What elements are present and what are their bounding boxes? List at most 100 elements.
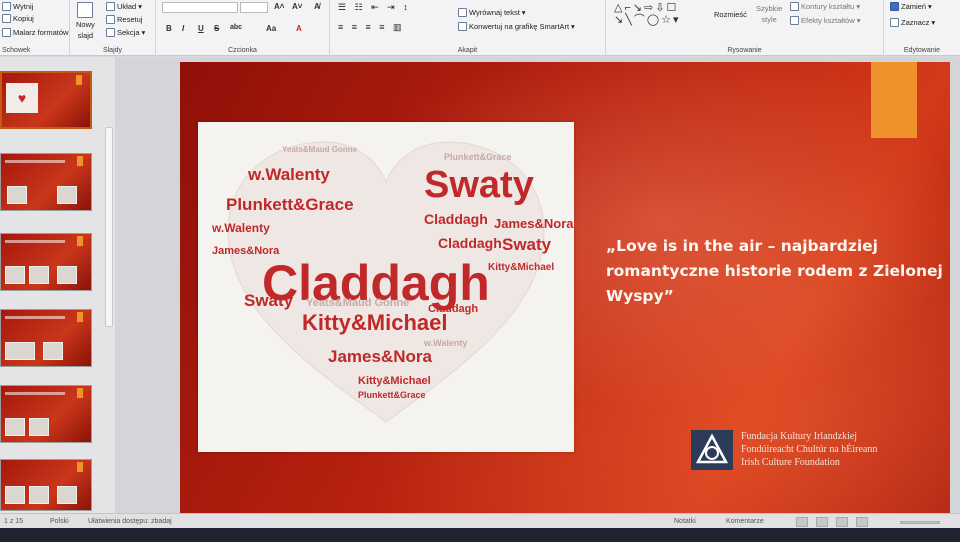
cut-button[interactable]: Wytnij xyxy=(2,2,33,11)
section-icon xyxy=(106,28,115,37)
thumbnail-picture xyxy=(5,486,25,504)
pen-icon xyxy=(790,2,799,11)
italic-button[interactable]: I xyxy=(182,24,184,33)
foundation-logo[interactable]: Fundacja Kultury Irlandzkiej Fondúireach… xyxy=(691,430,931,476)
word-plunkett-bottom: Plunkett&Grace xyxy=(358,390,426,400)
thumbnail-picture xyxy=(5,342,35,360)
slide-thumbnail-2[interactable] xyxy=(0,153,92,211)
quick-styles-button[interactable]: Szybkie style xyxy=(756,4,782,24)
accessibility-indicator[interactable]: Ułatwienia dostępu: zbadaj xyxy=(88,518,172,525)
zoom-slider[interactable] xyxy=(900,521,940,524)
word-james-left: James&Nora xyxy=(212,245,280,257)
slideshow-icon[interactable] xyxy=(856,517,868,527)
ribbon: Wytnij Kopiuj Malarz formatów Schowek No… xyxy=(0,0,960,56)
clipboard-group: Wytnij Kopiuj Malarz formatów Schowek xyxy=(0,0,70,56)
editing-group-label: Edytowanie xyxy=(903,47,941,54)
thumbnail-picture xyxy=(5,418,25,436)
slide-thumbnail-5[interactable] xyxy=(0,385,92,443)
normal-view-icon[interactable] xyxy=(796,517,808,527)
thumbnail-text-line xyxy=(5,392,65,395)
triquetra-icon xyxy=(695,433,729,464)
word-walenty-top: w.Walenty xyxy=(247,165,330,184)
slide-thumbnail-6[interactable] xyxy=(0,459,92,511)
chevron-down-icon: ▾ xyxy=(856,16,861,25)
effects-icon xyxy=(790,16,799,25)
align-text-button[interactable]: Wyrównaj tekst ▾ xyxy=(458,8,526,17)
drawing-group-label: Rysowanie xyxy=(727,47,762,54)
thumbnail-picture xyxy=(7,186,27,204)
reading-view-icon[interactable] xyxy=(836,517,848,527)
word-plunkett-top: Plunkett&Grace xyxy=(444,152,512,162)
scissors-icon xyxy=(2,2,11,11)
slide-sorter-icon[interactable] xyxy=(816,517,828,527)
word-claddagh-mid: Claddagh xyxy=(424,211,488,227)
paragraph-group-label: Akapit xyxy=(457,47,478,54)
word-james-big: James&Nora xyxy=(328,347,432,366)
char-spacing-button[interactable]: abc xyxy=(230,24,242,31)
heart-wordcloud-svg: Claddagh Swaty Plunkett&Grace w.Walenty … xyxy=(211,141,574,423)
select-button[interactable]: Zaznacz ▾ xyxy=(890,18,935,27)
replace-button[interactable]: Zamień ▾ xyxy=(890,2,932,11)
shapes-gallery[interactable]: △⌐↘⇨⇩☐ ↘╲⌒◯☆▾ xyxy=(614,2,704,28)
copy-icon xyxy=(2,14,11,23)
clear-format-icon[interactable]: A̸ xyxy=(314,2,320,11)
language-indicator[interactable]: Polski xyxy=(50,518,69,525)
slide-thumbnail-4[interactable] xyxy=(0,309,92,367)
notes-button[interactable]: Notatki xyxy=(674,518,696,525)
foundation-name-english: Irish Culture Foundation xyxy=(741,457,840,468)
slide-thumbnail-1[interactable]: ♥ xyxy=(0,71,92,129)
strikethrough-button[interactable]: S xyxy=(214,24,219,33)
chevron-down-icon: ▾ xyxy=(141,28,146,37)
chevron-down-icon: ▾ xyxy=(931,18,936,27)
shrink-font-icon[interactable]: A˅ xyxy=(292,2,302,11)
list-buttons[interactable]: ☰ ☷ ⇤ ⇥ ↕ xyxy=(338,2,411,13)
shape-effects-button[interactable]: Efekty kształtów ▾ xyxy=(790,16,861,25)
align-buttons[interactable]: ≡ ≡ ≡ ≡ ▥ xyxy=(338,22,405,33)
smartart-button[interactable]: Konwertuj na grafikę SmartArt ▾ xyxy=(458,22,575,31)
thumbnail-picture xyxy=(29,486,49,504)
underline-button[interactable]: U xyxy=(198,24,204,33)
align-text-icon xyxy=(458,8,467,17)
foundation-name-irish: Fondúireacht Chultúr na hÉireann xyxy=(741,444,878,455)
chevron-down-icon: ▾ xyxy=(138,2,142,11)
arrange-button[interactable]: Rozmieść xyxy=(714,10,747,19)
slides-group: Nowy slajd Układ ▾ Resetuj Sekcja ▾ Slajdy xyxy=(70,0,156,56)
thumbnail-accent xyxy=(77,236,83,246)
mini-heart-icon: ♥ xyxy=(6,83,38,113)
word-swaty-left: Swaty xyxy=(244,291,294,310)
word-claddagh-small: Claddagh xyxy=(428,303,478,315)
new-slide-button[interactable]: Nowy slajd xyxy=(76,2,95,40)
foundation-logo-mark xyxy=(691,430,733,470)
bold-button[interactable]: B xyxy=(166,24,172,33)
slide-quote-text[interactable]: „Love is in the air – najbardziej romant… xyxy=(606,234,946,309)
section-button[interactable]: Sekcja ▾ xyxy=(106,28,145,37)
grow-font-icon[interactable]: A˄ xyxy=(274,2,284,11)
comments-button[interactable]: Komentarze xyxy=(726,518,764,525)
thumbnail-scrollbar[interactable] xyxy=(105,127,113,327)
slide-counter: 1 z 15 xyxy=(4,518,24,525)
thumbnail-accent xyxy=(77,156,83,166)
word-yeats-top: Yeats&Maud Gonne xyxy=(282,145,358,154)
wordcloud-picture[interactable]: Claddagh Swaty Plunkett&Grace w.Walenty … xyxy=(198,122,574,452)
chevron-down-icon: ▾ xyxy=(928,2,932,11)
copy-button[interactable]: Kopiuj xyxy=(2,14,34,23)
orange-accent-rectangle[interactable] xyxy=(871,62,917,138)
slide-thumbnail-3[interactable] xyxy=(0,233,92,291)
font-name-combo[interactable] xyxy=(162,2,238,13)
slide-canvas[interactable]: Claddagh Swaty Plunkett&Grace w.Walenty … xyxy=(180,62,950,514)
layout-button[interactable]: Układ ▾ xyxy=(106,2,142,11)
thumbnail-text-line xyxy=(5,160,65,163)
thumbnail-accent xyxy=(77,388,83,398)
font-color-icon[interactable]: A xyxy=(296,24,302,33)
slide-thumbnail-pane: ♥ xyxy=(0,57,115,513)
font-size-combo[interactable] xyxy=(240,2,268,13)
shape-outline-button[interactable]: Kontury kształtu ▾ xyxy=(790,2,860,11)
drawing-group: △⌐↘⇨⇩☐ ↘╲⌒◯☆▾ Rozmieść Szybkie style Kont… xyxy=(606,0,884,56)
format-painter-button[interactable]: Malarz formatów xyxy=(2,28,68,37)
word-kitty-big: Kitty&Michael xyxy=(302,310,447,335)
change-case-button[interactable]: Aa xyxy=(266,24,276,33)
word-swaty-big: Swaty xyxy=(424,164,534,206)
thumbnail-picture xyxy=(43,342,63,360)
thumbnail-picture xyxy=(29,418,49,436)
reset-button[interactable]: Resetuj xyxy=(106,15,142,24)
